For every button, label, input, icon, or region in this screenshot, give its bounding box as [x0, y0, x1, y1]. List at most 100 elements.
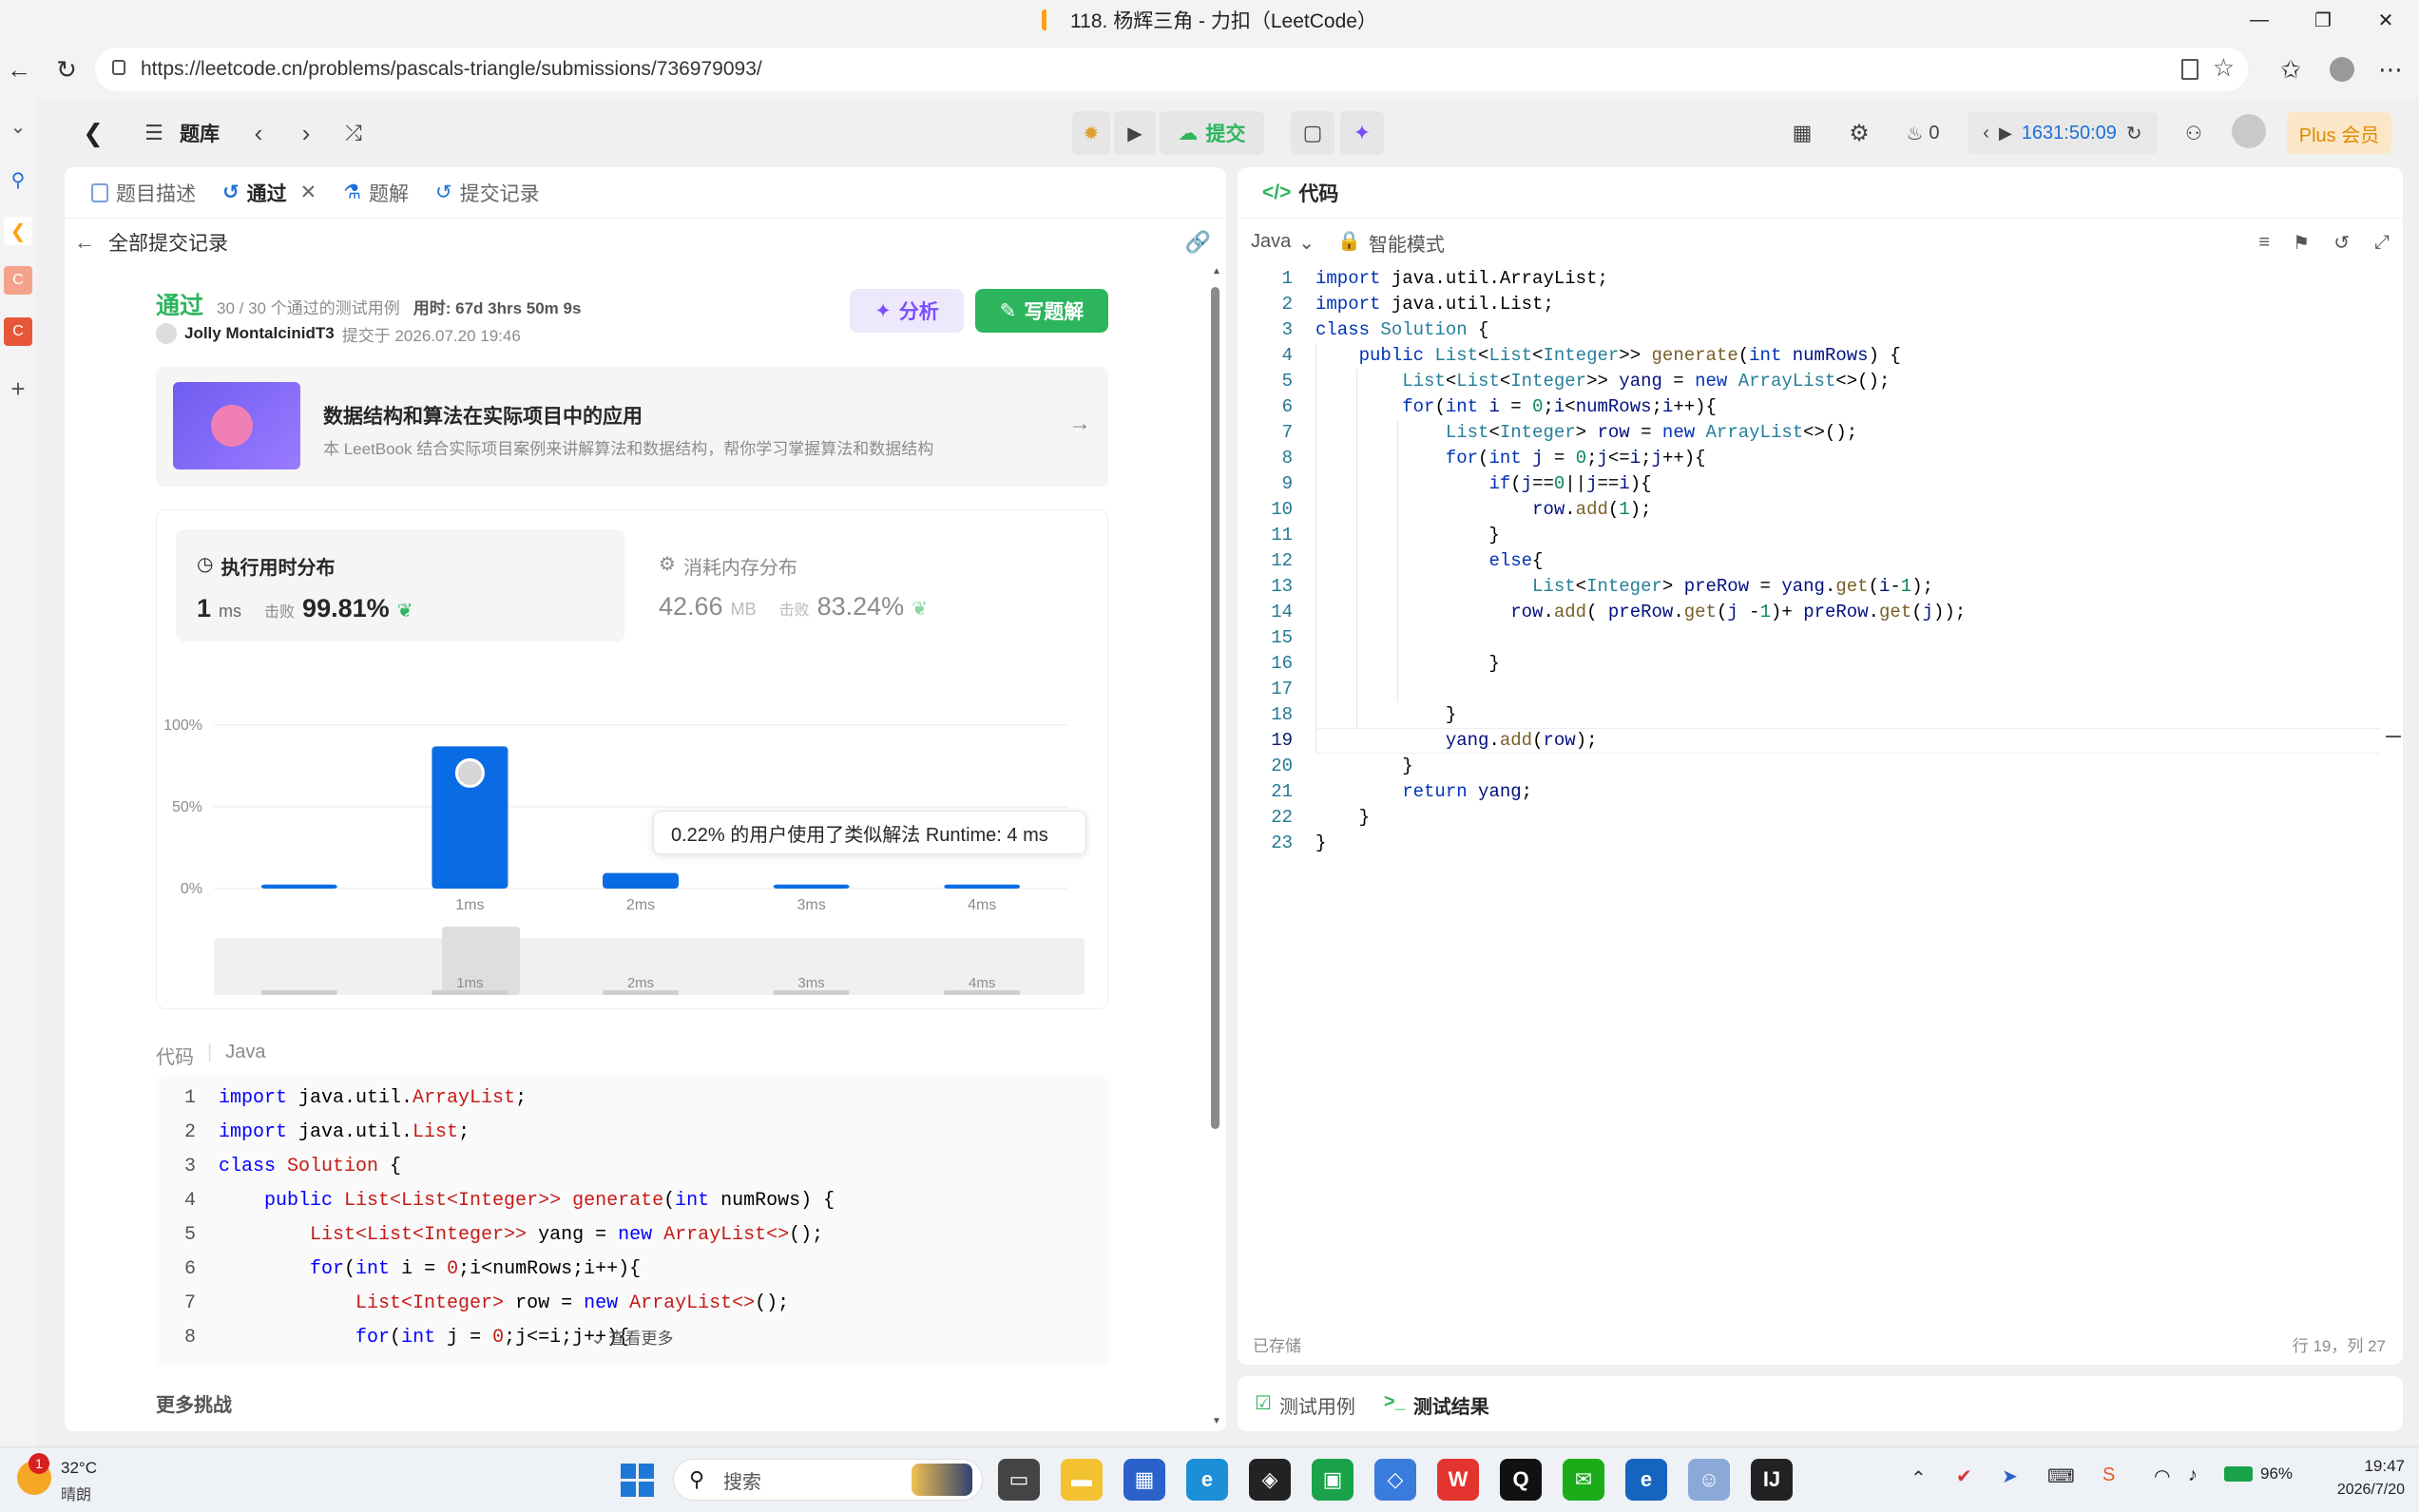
fullscreen-icon[interactable]: ⤢ [2374, 232, 2390, 254]
leetcode-logo-icon[interactable]: ❮ [76, 116, 110, 150]
settings-gear-icon[interactable]: ⚙ [1842, 116, 1876, 150]
runtime-card[interactable]: ◷ 执行用时分布 1 ms 击败 99.81% ❦ [176, 529, 624, 641]
favorites-icon[interactable]: ✩ [2272, 50, 2310, 88]
edge-browser-icon[interactable]: e [1625, 1459, 1667, 1501]
back-arrow-icon[interactable]: ← [0, 50, 38, 88]
wifi-icon[interactable]: ◠ [2154, 1464, 2170, 1488]
app-c-red-icon[interactable]: C [4, 317, 32, 346]
blue-app-icon[interactable]: ◇ [1374, 1459, 1416, 1501]
green-app-icon[interactable]: ▣ [1312, 1459, 1353, 1501]
memory-title-row[interactable]: ⚙ 消耗内存分布 [659, 552, 797, 580]
tab-solutions[interactable]: ⚗ 题解 [330, 167, 422, 219]
tray-chevron-up-icon[interactable]: ⌃ [1910, 1466, 1927, 1490]
back-icon[interactable]: ← [74, 230, 95, 255]
cube-app-icon[interactable]: ◈ [1249, 1459, 1291, 1501]
problem-list-link[interactable]: 题库 [171, 116, 228, 150]
write-solution-button[interactable]: ✎ 写题解 [975, 289, 1108, 333]
taskbar-search[interactable]: ⚲ 搜索 [673, 1459, 983, 1501]
code-token: ( [1716, 602, 1728, 622]
share-link-icon[interactable]: 🔗 [1185, 230, 1211, 255]
code-token: row [1510, 602, 1544, 622]
clock-date[interactable]: 2026/7/20 [2300, 1482, 2405, 1499]
add-icon[interactable]: + [4, 374, 32, 403]
reader-icon[interactable] [2181, 59, 2198, 80]
clock-time[interactable]: 19:47 [2329, 1457, 2405, 1476]
debug-icon[interactable]: ✹ [1072, 111, 1110, 155]
star-icon[interactable]: ☆ [2213, 53, 2235, 83]
tab-test-result[interactable]: >_ 测试结果 [1384, 1391, 1489, 1419]
next-problem-icon[interactable]: › [289, 116, 323, 150]
close-window-button[interactable]: ✕ [2355, 0, 2416, 40]
runtime-beat-label: 击败 [264, 604, 296, 621]
intellij-icon[interactable]: IJ [1751, 1459, 1793, 1501]
submitter-name[interactable]: Jolly MontalcinidT3 [184, 324, 335, 343]
chevron-down-icon[interactable]: ⌄ [4, 112, 32, 141]
smart-mode-toggle[interactable]: 🔒 智能模式 [1337, 229, 1445, 257]
leetcode-tab-icon[interactable]: ❮ [4, 217, 32, 245]
scroll-thumb[interactable] [1211, 287, 1219, 1129]
line-number: 1 [1281, 268, 1293, 289]
left-scrollbar[interactable]: ▲ ▼ [1208, 266, 1221, 1431]
user-avatar[interactable] [2230, 112, 2268, 150]
search-icon[interactable]: ⚲ [4, 165, 32, 194]
timer-reset-icon[interactable]: ↻ [2126, 122, 2142, 145]
profile-avatar-icon[interactable] [2323, 50, 2361, 88]
app-c-icon[interactable]: C [4, 266, 32, 295]
tray-send-icon[interactable]: ➤ [2002, 1464, 2018, 1488]
tab-code[interactable]: </> 代码 [1249, 167, 1352, 219]
timer-widget[interactable]: ‹ ▶ 1631:50:09 ↻ [1968, 112, 2158, 154]
more-menu-icon[interactable]: ⋯ [2371, 50, 2409, 88]
store-icon[interactable]: ▦ [1123, 1459, 1165, 1501]
wps-icon[interactable]: W [1437, 1459, 1479, 1501]
panda-app-icon[interactable]: ☺ [1688, 1459, 1730, 1501]
editor-line: 9 if(j==0||j==i){ [1238, 471, 1652, 497]
invite-user-icon[interactable]: ⚇ [2177, 116, 2211, 150]
tray-app-icon[interactable]: ✔ [1956, 1464, 1972, 1488]
shuffle-icon[interactable]: ⤮ [336, 116, 371, 150]
minimize-button[interactable]: — [2229, 0, 2290, 40]
code-editor[interactable]: 1 import java.util.ArrayList; 2 import java… [1238, 266, 2403, 1292]
reset-icon[interactable]: ↺ [2333, 231, 2350, 255]
edge-ai-icon[interactable]: e [1186, 1459, 1228, 1501]
windows-start-icon[interactable] [616, 1459, 658, 1501]
streak-counter[interactable]: ♨ 0 [1899, 116, 1947, 150]
volume-icon[interactable]: ♪ [2188, 1464, 2198, 1486]
restore-button[interactable]: ❐ [2293, 0, 2353, 40]
submitter-avatar[interactable] [156, 323, 177, 344]
task-view-icon[interactable]: ▭ [998, 1459, 1040, 1501]
bookmark-icon[interactable]: ⚑ [2293, 231, 2310, 255]
qq-icon[interactable]: Q [1500, 1459, 1542, 1501]
refresh-icon[interactable]: ↻ [48, 50, 86, 88]
tray-s-icon[interactable]: S [2102, 1464, 2115, 1486]
close-tab-icon[interactable]: ✕ [300, 181, 317, 204]
analyze-button[interactable]: ✦ 分析 [850, 289, 964, 333]
show-more-button[interactable]: ⌄ 查看更多 [156, 1325, 1108, 1349]
tab-submissions[interactable]: ↺ 提交记录 [422, 167, 553, 219]
tab-description[interactable]: 题目描述 [78, 167, 209, 219]
leetbook-banner[interactable]: 数据结构和算法在实际项目中的应用 本 LeetBook 结合实际项目案例来讲解算… [156, 367, 1108, 487]
y-tick-label: 100% [163, 718, 202, 734]
battery-icon[interactable] [2224, 1466, 2253, 1482]
list-icon[interactable]: ☰ [141, 116, 167, 150]
note-icon[interactable]: ▢ [1291, 111, 1334, 155]
plus-member-button[interactable]: Plus 会员 [2287, 112, 2391, 154]
tab-testcase[interactable]: ☑ 测试用例 [1255, 1391, 1355, 1419]
flask-icon: ⚗ [343, 182, 362, 203]
all-submissions-link[interactable]: 全部提交记录 [108, 228, 228, 257]
wechat-icon[interactable]: ✉ [1563, 1459, 1604, 1501]
tab-accepted[interactable]: ↺ 通过 ✕ [209, 167, 330, 219]
run-button[interactable]: ▶ [1114, 111, 1156, 155]
tray-ime-icon[interactable]: ⌨ [2047, 1464, 2075, 1488]
address-bar[interactable]: https://leetcode.cn/problems/pascals-tri… [95, 48, 2248, 91]
format-icon[interactable]: ≡ [2258, 232, 2270, 254]
language-select[interactable]: Java ⌄ [1251, 231, 1315, 255]
scroll-up-arrow[interactable]: ▲ [1212, 266, 1221, 277]
file-explorer-icon[interactable]: ▬ [1061, 1459, 1103, 1501]
scroll-down-arrow[interactable]: ▼ [1212, 1416, 1221, 1426]
submit-button[interactable]: ☁ 提交 [1160, 111, 1264, 155]
timer-prev-icon[interactable]: ‹ [1983, 123, 1989, 144]
timer-play-icon[interactable]: ▶ [1999, 124, 2012, 144]
layout-icon[interactable]: ▦ [1785, 116, 1819, 150]
prev-problem-icon[interactable]: ‹ [241, 116, 276, 150]
ai-sparkle-icon[interactable]: ✦ [1340, 111, 1384, 155]
